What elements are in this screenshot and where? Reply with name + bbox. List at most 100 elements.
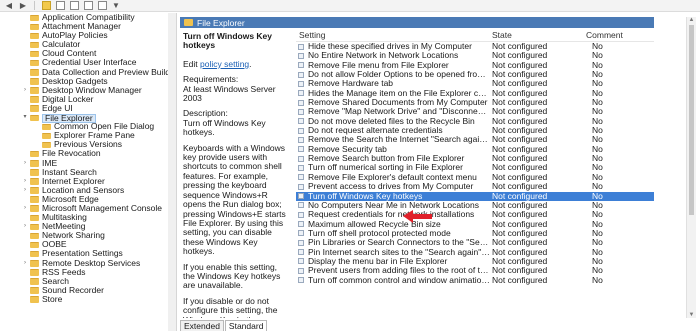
setting-name: Pin Libraries or Search Connectors to th… (308, 238, 490, 248)
expand-icon[interactable]: › (22, 186, 28, 195)
folder-icon (30, 260, 39, 267)
folder-icon (30, 14, 39, 21)
folder-icon (30, 69, 39, 76)
properties-icon[interactable] (69, 1, 79, 10)
policy-title: Turn off Windows Key hotkeys (183, 31, 273, 51)
setting-row[interactable]: Turn off common control and window anima… (296, 274, 654, 285)
tree-scrollbar[interactable] (168, 13, 176, 331)
tree-item-label: Edge UI (42, 102, 73, 113)
tab-extended[interactable]: Extended (180, 320, 224, 331)
folder-icon (30, 96, 39, 103)
toolbar-separator (34, 1, 35, 10)
policy-setting-icon (298, 183, 304, 190)
tree-item[interactable]: Network Sharing (0, 231, 176, 240)
help-icon[interactable] (83, 1, 93, 10)
show-hide-tree-icon[interactable] (55, 1, 65, 10)
folder-icon (184, 19, 193, 26)
filter-icon[interactable]: ▼ (111, 1, 121, 10)
expand-icon[interactable]: › (22, 222, 28, 231)
list-scrollbar[interactable]: ▲ ▼ (686, 17, 696, 318)
folder-icon (42, 141, 51, 149)
annotation-arrow-icon (403, 210, 432, 223)
policy-setting-icon (298, 108, 304, 115)
tree-item[interactable]: Sound Recorder (0, 285, 176, 295)
export-list-icon[interactable] (97, 1, 107, 10)
collapse-icon[interactable]: ▾ (22, 113, 28, 122)
policy-setting-icon (298, 71, 304, 78)
policy-setting-icon (298, 146, 304, 153)
column-header-comment[interactable]: Comment (586, 30, 623, 41)
folder-icon (30, 187, 39, 194)
tree-item[interactable]: Edge UI (0, 102, 176, 113)
policy-setting-icon (298, 249, 304, 256)
expand-icon[interactable]: › (22, 86, 28, 95)
setting-name: Remove Shared Documents from My Computer (308, 98, 488, 108)
policy-setting-icon (298, 136, 304, 143)
forward-icon[interactable]: ▶ (18, 1, 28, 10)
tree-item[interactable]: › Remote Desktop Services (0, 258, 176, 268)
tree-item[interactable]: Multitasking (0, 212, 176, 222)
folder-icon (30, 32, 39, 40)
folder-icon (30, 178, 39, 185)
description-block: Description: Turn off Windows Key hotkeys… (183, 109, 291, 137)
setting-name: Do not move deleted files to the Recycle… (308, 116, 475, 126)
setting-state: Not configured (492, 274, 548, 285)
requirements-text: At least Windows Server 2003 (183, 83, 276, 104)
edit-line: Edit policy setting. (183, 58, 291, 69)
description-pane: Turn off Windows Key hotkeys Edit policy… (180, 30, 294, 318)
folder-icon (30, 50, 39, 58)
policy-setting-icon (298, 211, 304, 218)
setting-name: Display the menu bar in File Explorer (308, 256, 448, 266)
setting-name: Hides the Manage item on the File Explor… (308, 88, 490, 98)
back-icon[interactable]: ◀ (4, 1, 14, 10)
edit-prefix: Edit (183, 58, 201, 69)
setting-name: Remove File menu from File Explorer (308, 60, 449, 70)
tree-rows: Application Compatibility Attachment Mana… (0, 13, 176, 304)
column-header-state[interactable]: State (492, 30, 512, 41)
policy-setting-icon (298, 155, 304, 162)
setting-name: Remove Search button from File Explorer (308, 154, 465, 164)
description-body: Keyboards with a Windows key provide use… (183, 142, 286, 257)
folder-icon (30, 105, 39, 112)
edit-policy-link[interactable]: policy setting (200, 59, 249, 69)
scroll-up-icon[interactable]: ▲ (687, 17, 696, 23)
policy-setting-icon (298, 267, 304, 274)
setting-name: Prevent users from adding files to the r… (308, 266, 490, 276)
tree-item[interactable]: File Revocation (0, 149, 176, 158)
setting-name: No Computers Near Me in Network Location… (308, 200, 480, 210)
up-folder-icon[interactable] (41, 1, 51, 10)
folder-icon (30, 41, 39, 49)
setting-name: Request credentials for network installa… (308, 210, 475, 220)
tree-item[interactable]: Digital Locker (0, 94, 176, 104)
tab-standard[interactable]: Standard (224, 320, 268, 331)
setting-name: Turn off shell protocol protected mode (308, 228, 451, 238)
setting-name: Remove "Map Network Drive" and "Disconne… (308, 107, 490, 117)
column-header-setting[interactable]: Setting (299, 30, 325, 41)
folder-icon (30, 160, 39, 167)
scroll-down-icon[interactable]: ▼ (687, 312, 696, 318)
tree-item[interactable]: › Microsoft Management Console (0, 203, 176, 213)
folder-icon (30, 214, 39, 222)
folder-icon (30, 232, 39, 240)
expand-icon[interactable]: › (22, 259, 28, 268)
setting-name: Do not request alternate credentials (308, 126, 443, 136)
setting-comment: No (592, 274, 603, 285)
policy-setting-icon (298, 230, 304, 237)
tree-item[interactable]: Store (0, 294, 176, 304)
expand-icon[interactable]: › (22, 204, 28, 213)
expand-icon[interactable]: › (22, 177, 28, 186)
tree-item[interactable]: AutoPlay Policies (0, 31, 176, 40)
policy-setting-icon (298, 99, 304, 106)
folder-icon (30, 241, 39, 249)
policy-setting-icon (298, 277, 304, 284)
folder-icon (30, 205, 39, 212)
expand-icon[interactable]: › (22, 159, 28, 168)
list-rows: Hide these specified drives in My Comput… (296, 41, 654, 285)
policy-setting-icon (298, 43, 304, 50)
setting-name: Turn off numerical sorting in File Explo… (308, 163, 463, 173)
folder-icon (42, 132, 51, 140)
scroll-thumb[interactable] (689, 25, 694, 215)
folder-icon (30, 150, 39, 158)
tree-item[interactable]: RSS Feeds (0, 267, 176, 277)
description-text: Turn off Windows Key hotkeys. (183, 117, 266, 138)
